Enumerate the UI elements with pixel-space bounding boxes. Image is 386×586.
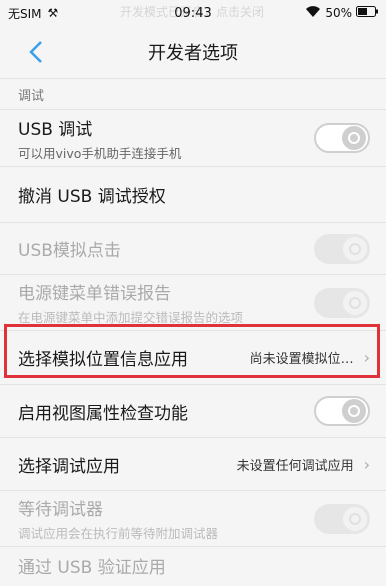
- row-title: 通过 USB 验证应用: [18, 558, 166, 578]
- row-title: 电源键菜单错误报告: [18, 284, 171, 304]
- row-wait-for-debugger[interactable]: 等待调试器 调试应用会在执行前等待附加调试器: [0, 490, 386, 546]
- view-attribute-inspection-toggle[interactable]: [314, 396, 370, 426]
- row-value: 尚未设置模拟位…: [249, 352, 354, 367]
- row-verify-apps-over-usb[interactable]: 通过 USB 验证应用: [0, 546, 386, 586]
- row-title: 启用视图属性检查功能: [18, 403, 188, 424]
- chevron-right-icon: ›: [363, 348, 370, 367]
- chevron-right-icon: ›: [363, 454, 370, 474]
- row-title: 选择模拟位置信息应用: [18, 350, 188, 370]
- row-title: 选择调试应用: [18, 456, 120, 477]
- usb-debugging-toggle[interactable]: [314, 123, 370, 153]
- row-subtitle: 在电源键菜单中添加提交错误报告的选项: [18, 310, 244, 325]
- row-revoke-usb-auth[interactable]: 撤消 USB 调试授权: [0, 166, 386, 222]
- app-header: 开发者选项: [0, 26, 386, 78]
- status-bar: 无SIM ⚒ 开发模式已开启，点击关闭 09:43 50%: [0, 0, 386, 26]
- back-button[interactable]: [22, 38, 50, 66]
- page-title: 开发者选项: [148, 43, 238, 64]
- row-title: 等待调试器: [18, 500, 103, 520]
- row-title: 撤消 USB 调试授权: [18, 187, 166, 207]
- row-usb-debugging[interactable]: USB 调试 可以用vivo手机助手连接手机: [0, 109, 386, 166]
- row-title: USB模拟点击: [18, 241, 121, 261]
- section-label-debug: 调试: [0, 78, 386, 109]
- power-menu-bug-report-toggle[interactable]: [314, 287, 370, 318]
- row-select-debug-app[interactable]: 选择调试应用 未设置任何调试应用 ›: [0, 437, 386, 490]
- row-subtitle: 调试应用会在执行前等待附加调试器: [18, 526, 219, 541]
- row-subtitle: 可以用vivo手机助手连接手机: [18, 145, 182, 161]
- row-usb-simulated-click[interactable]: USB模拟点击: [0, 222, 386, 274]
- row-view-attribute-inspection[interactable]: 启用视图属性检查功能: [0, 384, 386, 437]
- row-value: 未设置任何调试应用: [236, 458, 354, 474]
- row-power-menu-bug-report[interactable]: 电源键菜单错误报告 在电源键菜单中添加提交错误报告的选项: [0, 274, 386, 330]
- row-mock-location-app[interactable]: 选择模拟位置信息应用 尚未设置模拟位… ›: [0, 330, 386, 384]
- chevron-left-icon: [29, 41, 42, 63]
- row-title: USB 调试: [18, 119, 93, 140]
- usb-simulated-click-toggle[interactable]: [314, 233, 370, 264]
- clock: 09:43: [174, 5, 212, 21]
- wait-for-debugger-toggle[interactable]: [314, 503, 370, 534]
